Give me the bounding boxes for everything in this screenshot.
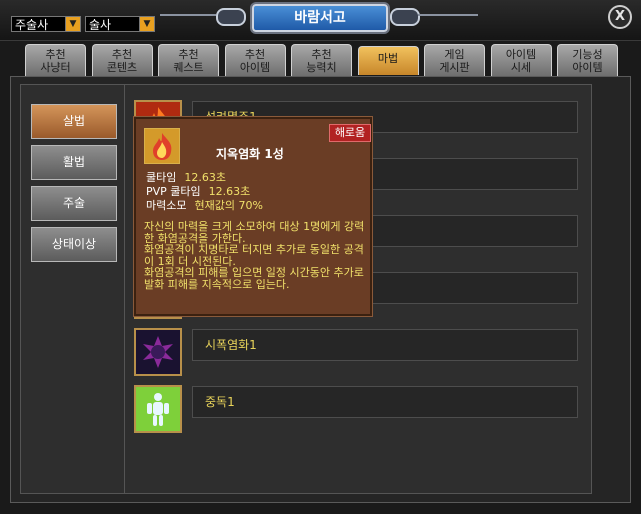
job-select[interactable]: 주술사 ▼ [11, 16, 81, 32]
mana-cost-label: 마력소모 [146, 199, 187, 212]
category-button[interactable]: 주술 [31, 186, 117, 221]
tab-item[interactable]: 추천 퀘스트 [158, 44, 219, 76]
tab-item[interactable]: 마법 [357, 46, 419, 75]
title-ornament-right [390, 8, 420, 26]
skill-tooltip: 지옥염화 1성 해로움 쿨타임 12.63초 PVP 쿨타임 12.63초 마력소모… [134, 117, 372, 316]
tab-item[interactable]: 아이템 시세 [490, 44, 552, 76]
tooltip-title: 지옥염화 1성 [216, 147, 284, 161]
title-ornament-line [160, 14, 216, 16]
category-button[interactable]: 상태이상 [31, 227, 117, 262]
tab-item[interactable]: 추천 사냥터 [25, 44, 86, 76]
harm-badge: 해로움 [329, 124, 371, 142]
dark-orb-icon[interactable] [134, 328, 182, 376]
fire-skill-icon [144, 128, 180, 164]
title-ornament-line [418, 14, 478, 16]
chevron-down-icon[interactable]: ▼ [139, 16, 155, 32]
tab-item[interactable]: 기능성 아이템 [557, 44, 618, 76]
spellbook-window: 바람서고 X 주술사 ▼ 술사 ▼ 추천 사냥터 추천 콘텐츠 추천 퀘스트 추천 아… [0, 0, 641, 514]
mana-cost-value: 현재값의 70% [194, 199, 263, 212]
sub-job-select-value: 술사 [89, 18, 112, 32]
tab-item[interactable]: 추천 아이템 [224, 44, 286, 76]
title-ornament-left [216, 8, 246, 26]
skill-name-bar[interactable]: 시폭염화1 [192, 329, 578, 361]
window-title: 바람서고 [252, 4, 388, 32]
skill-name-bar[interactable]: 중독1 [192, 386, 578, 418]
body-glow-icon[interactable] [134, 385, 182, 433]
sub-job-select[interactable]: 술사 ▼ [85, 16, 155, 32]
category-button[interactable]: 활법 [31, 145, 117, 180]
category-button[interactable]: 살법 [31, 104, 117, 139]
tab-item[interactable]: 추천 콘텐츠 [91, 44, 153, 76]
tooltip-description: 자신의 마력을 크게 소모하여 대상 1명에게 강력한 화염공격을 가한다. 화… [144, 220, 365, 291]
tab-item[interactable]: 추천 능력치 [291, 44, 352, 76]
chevron-down-icon[interactable]: ▼ [65, 16, 81, 32]
mana-cost-row: 마력소모 현재값의 70% [146, 197, 263, 213]
job-select-value: 주술사 [15, 18, 49, 32]
tab-item[interactable]: 게임 게시판 [424, 44, 485, 76]
close-button[interactable]: X [608, 5, 632, 29]
